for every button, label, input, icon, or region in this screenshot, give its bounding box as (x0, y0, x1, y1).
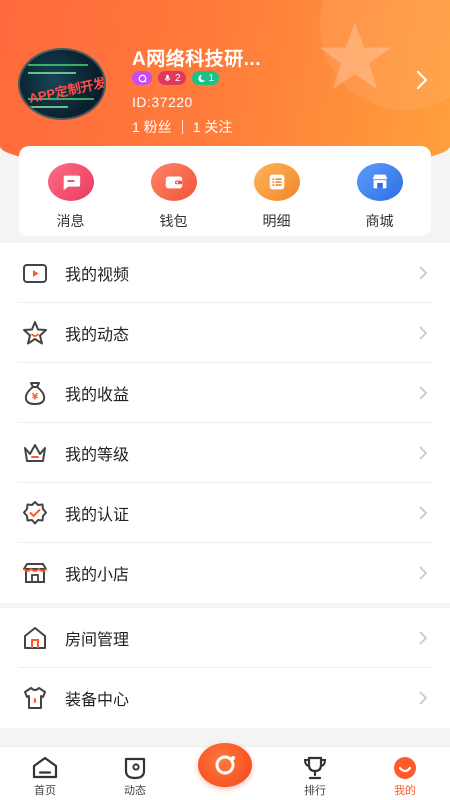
quick-action-label: 明细 (262, 213, 291, 229)
menu-item-label: 我的认证 (65, 507, 130, 524)
star-icon (23, 321, 47, 345)
menu-item-label: 我的视频 (65, 267, 130, 284)
trophy-icon (303, 756, 327, 780)
chat-icon (138, 74, 147, 83)
chevron-right-icon (419, 386, 428, 400)
menu-item-label: 装备中心 (65, 692, 130, 709)
tab-label: 首页 (34, 785, 56, 797)
quick-action-label: 商城 (365, 213, 394, 229)
chevron-right-icon (419, 506, 428, 520)
avatar[interactable]: APP定制开发 (18, 48, 106, 120)
menu-item-equipment-center[interactable]: 装备中心 (0, 668, 450, 728)
badge-row: 2 1 (132, 71, 220, 85)
menu-item-my-verification[interactable]: 我的认证 (0, 483, 450, 543)
follow-divider (181, 120, 183, 134)
moon-icon (197, 74, 205, 82)
tab-label: 动态 (124, 785, 146, 797)
chat-badge (132, 71, 152, 85)
profile-face-icon (394, 757, 416, 779)
chevron-right-icon (419, 266, 428, 280)
quick-action-store[interactable]: 商城 (328, 146, 431, 236)
menu-item-my-moments[interactable]: 我的动态 (0, 303, 450, 363)
mic-badge-count: 2 (175, 72, 181, 84)
profile-arrow-icon[interactable] (412, 70, 432, 90)
menu-item-label: 我的小店 (65, 567, 130, 584)
crown-icon (24, 444, 46, 462)
tab-me[interactable]: 我的 (360, 747, 450, 800)
quick-action-label: 钱包 (159, 213, 188, 229)
quick-action-label: 消息 (56, 213, 85, 229)
verified-icon (23, 501, 47, 525)
video-icon (23, 264, 47, 283)
quick-action-details[interactable]: 明细 (225, 146, 328, 236)
menu-item-my-videos[interactable]: 我的视频 (0, 243, 450, 303)
chevron-right-icon (419, 691, 428, 705)
menu-item-my-level[interactable]: 我的等级 (0, 423, 450, 483)
avatar-text: APP定制开发 (27, 74, 106, 106)
menu-group-secondary: 房间管理 装备中心 (0, 608, 450, 728)
user-id: ID:37220 (132, 94, 193, 110)
fans-count[interactable]: 1 粉丝 (132, 117, 172, 137)
tab-home[interactable]: 首页 (0, 747, 90, 800)
quick-actions-card: 消息 钱包 明细 商城 (19, 146, 431, 236)
profile-name[interactable]: A网络科技研... (132, 44, 261, 71)
quick-action-messages[interactable]: 消息 (19, 146, 122, 236)
menu-item-label: 房间管理 (65, 632, 130, 649)
live-camera-button[interactable] (198, 743, 252, 787)
menu-item-label: 我的动态 (65, 327, 130, 344)
chevron-right-icon (419, 631, 428, 645)
chevron-right-icon (419, 566, 428, 580)
moon-badge: 1 (191, 71, 220, 85)
mic-icon (164, 74, 171, 81)
shop-icon (23, 563, 47, 583)
chevron-right-icon (419, 446, 428, 460)
tab-label: 我的 (394, 785, 416, 797)
wallet-icon (165, 176, 182, 189)
list-icon (269, 174, 284, 190)
menu-item-label: 我的收益 (65, 387, 130, 404)
home-icon (32, 756, 58, 779)
menu-item-my-shop[interactable]: 我的小店 (0, 543, 450, 603)
decorative-star-icon (319, 22, 391, 90)
following-count[interactable]: 1 关注 (193, 117, 233, 137)
shirt-icon (24, 687, 46, 709)
mic-badge: 2 (158, 71, 186, 85)
house-icon (24, 627, 46, 649)
menu-item-label: 我的等级 (65, 447, 130, 464)
tab-moments[interactable]: 动态 (90, 747, 180, 800)
message-icon (63, 175, 80, 191)
tab-ranking[interactable]: 排行 (270, 747, 360, 800)
store-icon (372, 174, 387, 189)
follow-stats: 1 粉丝 1 关注 (132, 117, 232, 137)
quick-action-wallet[interactable]: 钱包 (122, 146, 225, 236)
live-camera-icon (215, 755, 235, 775)
moments-icon (124, 757, 146, 780)
menu-group-primary: 我的视频 我的动态 ¥ 我的收益 我的等级 我的认证 我的小店 (0, 243, 450, 603)
svg-text:¥: ¥ (32, 393, 39, 403)
moon-badge-count: 1 (208, 72, 215, 84)
money-bag-icon: ¥ (24, 382, 46, 406)
menu-item-room-management[interactable]: 房间管理 (0, 608, 450, 668)
chevron-right-icon (419, 326, 428, 340)
tab-label: 排行 (304, 785, 326, 797)
menu-item-my-earnings[interactable]: ¥ 我的收益 (0, 363, 450, 423)
